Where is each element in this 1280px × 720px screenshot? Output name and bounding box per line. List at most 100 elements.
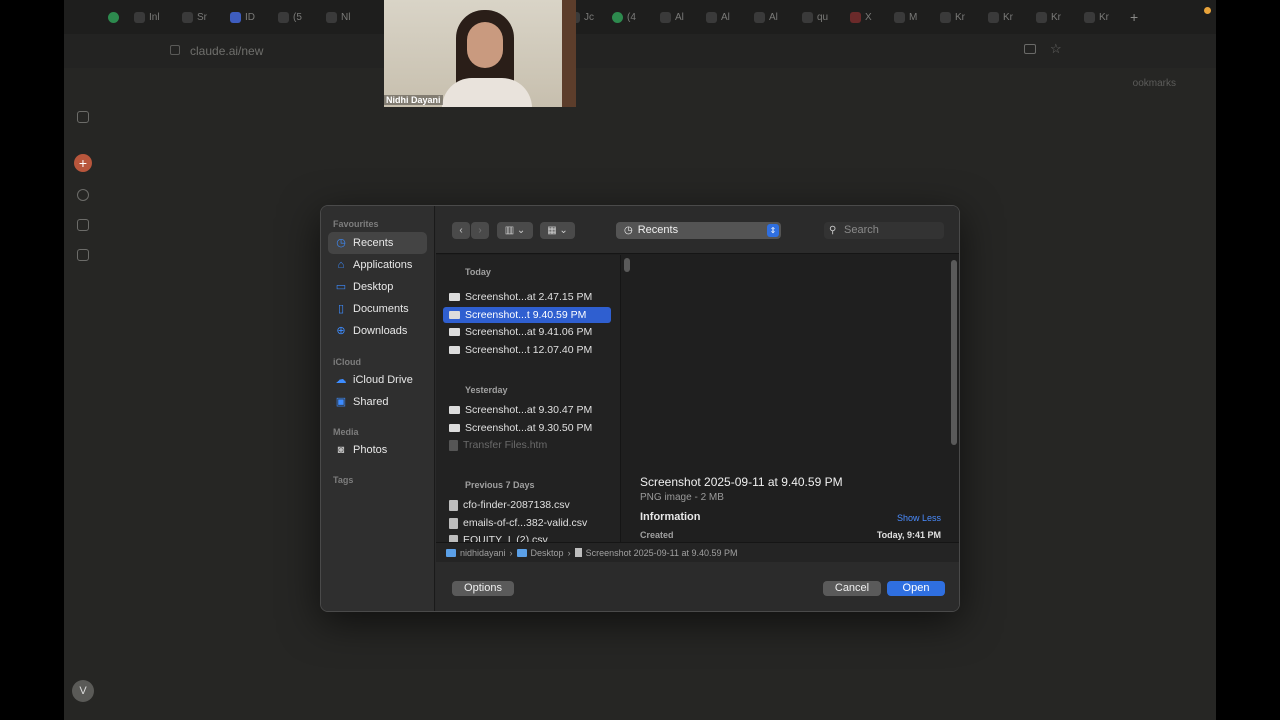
tab-favicon-icon [1084, 11, 1095, 23]
browser-tab[interactable]: Inl [134, 10, 160, 24]
browser-tab[interactable]: Al [660, 10, 684, 24]
list-item[interactable]: emails-of-cf...382-valid.csv [443, 515, 611, 531]
preview-file-name: Screenshot 2025-09-11 at 9.40.59 PM [640, 475, 843, 489]
view-columns-icon[interactable]: ▥ ⌄ [497, 222, 533, 239]
browser-tab[interactable]: (4 [612, 10, 636, 24]
bookmarks-label[interactable]: ookmarks [1133, 78, 1176, 89]
sidebar-item-desktop[interactable]: ▭ Desktop [328, 276, 427, 298]
sidebar-item-recents[interactable]: ◷ Recents [328, 232, 427, 254]
list-item-selected[interactable]: Screenshot...t 9.40.59 PM [443, 307, 611, 323]
user-avatar[interactable]: V [72, 680, 94, 702]
browser-tab[interactable]: Kr [988, 10, 1013, 24]
new-tab-plus-icon[interactable]: + [1130, 9, 1138, 25]
cancel-button[interactable]: Cancel [823, 581, 881, 596]
tab-favicon-icon [278, 11, 289, 23]
tab-favicon-icon [802, 11, 813, 23]
browser-tab[interactable]: Kr [940, 10, 965, 24]
list-item[interactable]: Screenshot...at 9.30.50 PM [443, 420, 611, 436]
show-less-link[interactable]: Show Less [897, 513, 941, 523]
favourites-section-title: Favourites [333, 219, 379, 229]
folder-icon [446, 548, 456, 557]
sidebar-item-photos[interactable]: ◙ Photos [328, 439, 427, 461]
tab-favicon-icon [988, 11, 999, 23]
tab-favicon-icon [660, 11, 671, 23]
webcam-person-shirt [442, 78, 532, 107]
cloud-icon: ☁ [335, 374, 347, 386]
browser-tab[interactable]: qu [802, 10, 828, 24]
created-value: Today, 9:41 PM [876, 530, 941, 540]
dialog-browser: ‹ › ▥ ⌄ ▦ ⌄ ◷ Recents ⇕ ⚲ Search Today Scre… [436, 206, 959, 611]
sidebar-toggle-icon[interactable] [77, 111, 89, 123]
sidebar-item-icloud-drive[interactable]: ☁ iCloud Drive [328, 369, 427, 391]
projects-icon[interactable] [77, 219, 89, 231]
group-heading-yesterday: Yesterday [465, 385, 508, 395]
browser-tab[interactable] [108, 10, 119, 24]
clock-icon: ◷ [336, 237, 346, 249]
path-separator-icon: › [567, 547, 571, 558]
dialog-footer: Options Cancel Open [436, 562, 959, 611]
path-separator-icon: › [509, 547, 513, 558]
document-icon: ▯ [337, 303, 345, 315]
browser-tab[interactable]: Kr [1084, 10, 1109, 24]
list-item[interactable]: Screenshot...at 9.41.06 PM [443, 324, 611, 340]
group-grid-icon[interactable]: ▦ ⌄ [540, 222, 575, 239]
browser-tab[interactable]: (5 [278, 10, 302, 24]
image-file-icon [449, 328, 460, 336]
list-item[interactable]: Screenshot...t 12.07.40 PM [443, 342, 611, 358]
back-chevron-icon[interactable]: ‹ [452, 222, 470, 239]
browser-tab[interactable]: Al [706, 10, 730, 24]
csv-file-icon [449, 499, 458, 511]
dialog-sidebar: Favourites ◷ Recents ⌂ Applications ▭ Deskt… [321, 206, 435, 611]
desktop-icon: ▭ [335, 281, 347, 293]
sidebar-item-downloads[interactable]: ⊕ Downloads [328, 320, 427, 342]
cast-icon[interactable] [1024, 44, 1036, 54]
tab-favicon-icon [108, 11, 119, 23]
site-settings-icon[interactable] [170, 45, 180, 55]
media-section-title: Media [333, 427, 359, 437]
sidebar-item-shared[interactable]: ▣ Shared [328, 391, 427, 413]
path-segment[interactable]: Screenshot 2025-09-11 at 9.40.59 PM [586, 548, 738, 558]
path-segment[interactable]: nidhidayani [460, 548, 506, 558]
webcam-participant-name: Nidhi Dayani [384, 95, 443, 105]
browser-tab[interactable]: M [894, 10, 917, 24]
created-label: Created [640, 530, 674, 540]
browser-tab[interactable]: Al [754, 10, 778, 24]
tab-favicon-icon [230, 11, 241, 23]
chats-icon[interactable] [77, 189, 89, 201]
preview-scrollbar[interactable] [951, 260, 957, 445]
webcam-person-face [467, 22, 503, 68]
bookmark-star-icon[interactable]: ☆ [1050, 41, 1062, 57]
new-chat-plus-icon[interactable]: + [74, 154, 92, 172]
browser-tab[interactable]: Sr [182, 10, 207, 24]
browser-tab[interactable]: Nl [326, 10, 350, 24]
url-field[interactable]: claude.ai/new [190, 44, 263, 58]
list-item[interactable]: cfo-finder-2087138.csv [443, 497, 611, 513]
forward-chevron-icon[interactable]: › [471, 222, 489, 239]
list-scrollbar[interactable] [624, 258, 630, 272]
options-button[interactable]: Options [452, 581, 514, 596]
list-item[interactable]: Screenshot...at 9.30.47 PM [443, 402, 611, 418]
browser-tab[interactable]: Kr [1036, 10, 1061, 24]
clock-icon: ◷ [624, 225, 633, 236]
search-icon: ⚲ [829, 225, 837, 236]
sidebar-item-documents[interactable]: ▯ Documents [328, 298, 427, 320]
sidebar-item-applications[interactable]: ⌂ Applications [328, 254, 427, 276]
location-stepper-icon: ⇕ [767, 224, 779, 237]
search-input[interactable]: ⚲ Search [824, 222, 944, 239]
tab-favicon-icon [850, 11, 861, 23]
browser-tab[interactable]: ID [230, 10, 255, 24]
tab-favicon-icon [1036, 11, 1047, 23]
location-popup[interactable]: ◷ Recents ⇕ [616, 222, 781, 239]
tab-favicon-icon [894, 11, 905, 23]
path-segment[interactable]: Desktop [531, 548, 564, 558]
webcam-background-door [562, 0, 576, 107]
open-button[interactable]: Open [887, 581, 945, 596]
camera-icon: ◙ [337, 444, 345, 456]
image-file-icon [449, 406, 460, 414]
icloud-section-title: iCloud [333, 357, 361, 367]
artifacts-icon[interactable] [77, 249, 89, 261]
image-file-icon [449, 424, 460, 432]
browser-tab[interactable]: X [850, 10, 872, 24]
tab-favicon-icon [754, 11, 765, 23]
list-item[interactable]: Screenshot...at 2.47.15 PM [443, 289, 611, 305]
